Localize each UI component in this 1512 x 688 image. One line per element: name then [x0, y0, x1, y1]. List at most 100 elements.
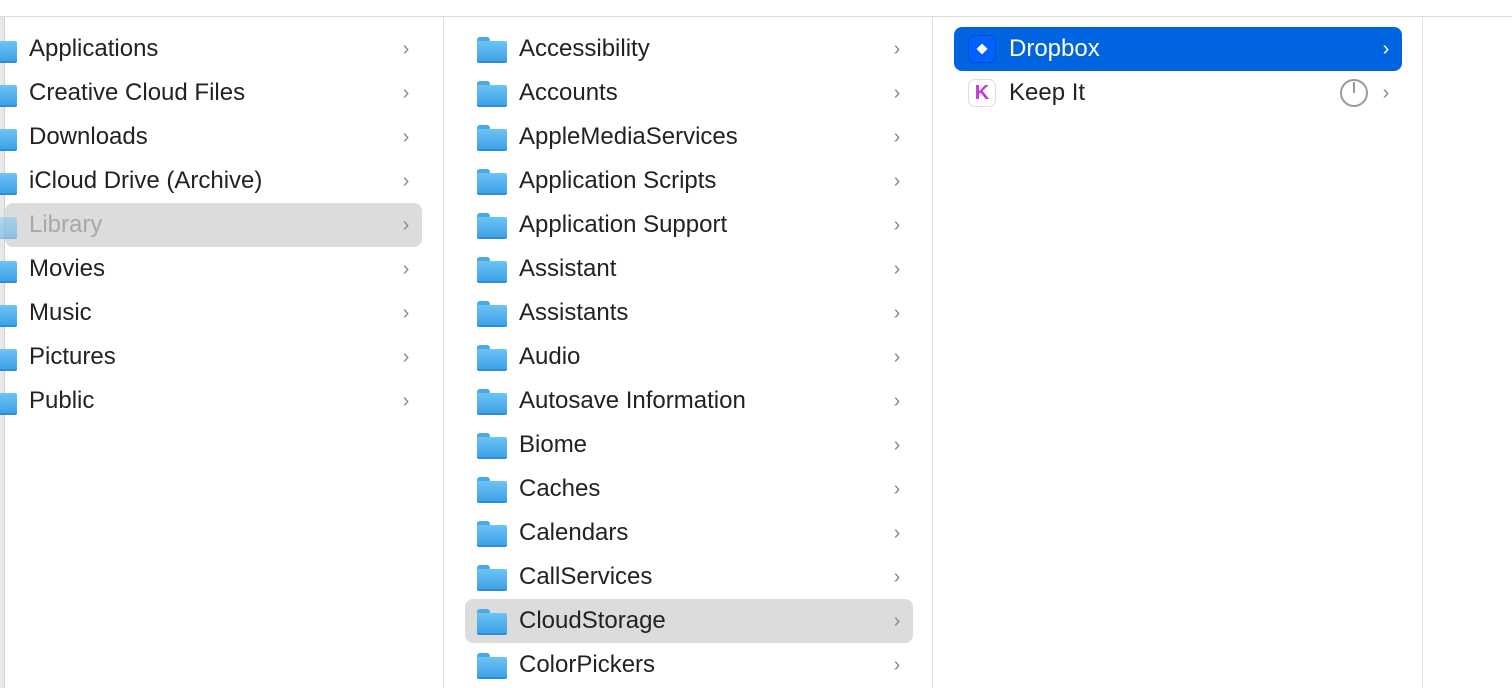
item-label: Autosave Information: [519, 387, 746, 414]
list-item[interactable]: Assistant ›: [465, 247, 913, 291]
chevron-right-icon: ›: [893, 37, 901, 60]
list-item[interactable]: Calendars ›: [465, 511, 913, 555]
item-label: Music: [29, 299, 92, 326]
chevron-right-icon: ›: [402, 213, 410, 236]
list-item[interactable]: Library ›: [0, 203, 422, 247]
folder-icon: [477, 301, 507, 327]
chevron-right-icon: ›: [402, 81, 410, 104]
item-label: Applications: [29, 35, 159, 62]
folder-icon: [477, 213, 507, 239]
folder-icon: [477, 257, 507, 283]
chevron-right-icon: ›: [402, 345, 410, 368]
item-label: Dropbox: [1009, 35, 1100, 62]
dropbox-icon: ❖: [968, 35, 996, 63]
list-item[interactable]: Application Scripts ›: [465, 159, 913, 203]
item-label: Audio: [519, 343, 581, 370]
item-label: ColorPickers: [519, 651, 656, 678]
item-label: Caches: [519, 475, 601, 502]
item-label: CallServices: [519, 563, 653, 590]
list-item[interactable]: ColorPickers ›: [465, 643, 913, 687]
item-label: Pictures: [29, 343, 116, 370]
list-item[interactable]: Assistants ›: [465, 291, 913, 335]
item-label: CloudStorage: [519, 607, 666, 634]
item-label: Public: [29, 387, 95, 414]
keep-it-icon: K: [968, 79, 996, 107]
list-item[interactable]: CloudStorage ›: [465, 599, 913, 643]
list-item[interactable]: Applications ›: [0, 27, 422, 71]
item-label: Biome: [519, 431, 588, 458]
list-item[interactable]: Audio ›: [465, 335, 913, 379]
list-item[interactable]: Public ›: [0, 379, 422, 423]
folder-icon: [477, 389, 507, 415]
item-label: Assistants: [519, 299, 629, 326]
item-label: Application Scripts: [519, 167, 717, 194]
list-item[interactable]: AppleMediaServices ›: [465, 115, 913, 159]
list-item[interactable]: Autosave Information ›: [465, 379, 913, 423]
chevron-right-icon: ›: [402, 37, 410, 60]
list-item[interactable]: Accessibility ›: [465, 27, 913, 71]
list-item[interactable]: Application Support ›: [465, 203, 913, 247]
chevron-right-icon: ›: [402, 389, 410, 412]
chevron-right-icon: ›: [893, 81, 901, 104]
item-label: Assistant: [519, 255, 617, 282]
item-label: Movies: [29, 255, 106, 282]
chevron-right-icon: ›: [402, 169, 410, 192]
list-item[interactable]: Movies ›: [0, 247, 422, 291]
chevron-right-icon: ›: [402, 301, 410, 324]
chevron-right-icon: ›: [893, 345, 901, 368]
list-item[interactable]: Caches ›: [465, 467, 913, 511]
sync-progress-icon: [1340, 79, 1368, 107]
chevron-right-icon: ›: [893, 521, 901, 544]
chevron-right-icon: ›: [893, 653, 901, 676]
column-library: Accessibility › Accounts › AppleMediaService…: [444, 17, 933, 688]
item-label: iCloud Drive (Archive): [29, 167, 263, 194]
folder-icon: [477, 345, 507, 371]
chevron-right-icon: ›: [893, 125, 901, 148]
folder-icon: [0, 389, 17, 415]
item-label: Calendars: [519, 519, 629, 546]
folder-icon: [477, 81, 507, 107]
list-item[interactable]: Accounts ›: [465, 71, 913, 115]
list-item[interactable]: Music ›: [0, 291, 422, 335]
item-label: Creative Cloud Files: [29, 79, 246, 106]
folder-icon: [0, 81, 17, 107]
chevron-right-icon: ›: [1382, 37, 1390, 60]
chevron-right-icon: ›: [893, 257, 901, 280]
folder-icon: [477, 653, 507, 679]
list-item[interactable]: Biome ›: [465, 423, 913, 467]
item-label: Downloads: [29, 123, 148, 150]
item-label: AppleMediaServices: [519, 123, 738, 150]
chevron-right-icon: ›: [893, 389, 901, 412]
chevron-right-icon: ›: [893, 609, 901, 632]
list-item[interactable]: Downloads ›: [0, 115, 422, 159]
list-item[interactable]: CallServices ›: [465, 555, 913, 599]
chevron-right-icon: ›: [1382, 81, 1390, 104]
folder-icon: [0, 301, 17, 327]
folder-icon: [477, 125, 507, 151]
toolbar-strip: [0, 0, 1512, 17]
folder-icon: [477, 433, 507, 459]
item-label: Library: [29, 211, 103, 238]
chevron-right-icon: ›: [893, 213, 901, 236]
item-label: Accounts: [519, 79, 618, 106]
folder-icon: [477, 37, 507, 63]
chevron-right-icon: ›: [893, 565, 901, 588]
folder-icon: [0, 345, 17, 371]
list-item[interactable]: iCloud Drive (Archive) ›: [0, 159, 422, 203]
folder-icon: [0, 169, 17, 195]
chevron-right-icon: ›: [402, 125, 410, 148]
folder-icon: [0, 257, 17, 283]
item-label: Accessibility: [519, 35, 650, 62]
chevron-right-icon: ›: [893, 477, 901, 500]
folder-icon: [477, 169, 507, 195]
folder-icon: [0, 213, 17, 239]
list-item[interactable]: Creative Cloud Files ›: [0, 71, 422, 115]
list-item-dropbox[interactable]: ❖ Dropbox ›: [954, 27, 1402, 71]
item-label: Application Support: [519, 211, 728, 238]
item-label: Keep It: [1009, 79, 1086, 106]
list-item[interactable]: Pictures ›: [0, 335, 422, 379]
folder-icon: [477, 565, 507, 591]
folder-icon: [0, 125, 17, 151]
folder-icon: [0, 37, 17, 63]
list-item-keep-it[interactable]: K Keep It ›: [954, 71, 1402, 115]
